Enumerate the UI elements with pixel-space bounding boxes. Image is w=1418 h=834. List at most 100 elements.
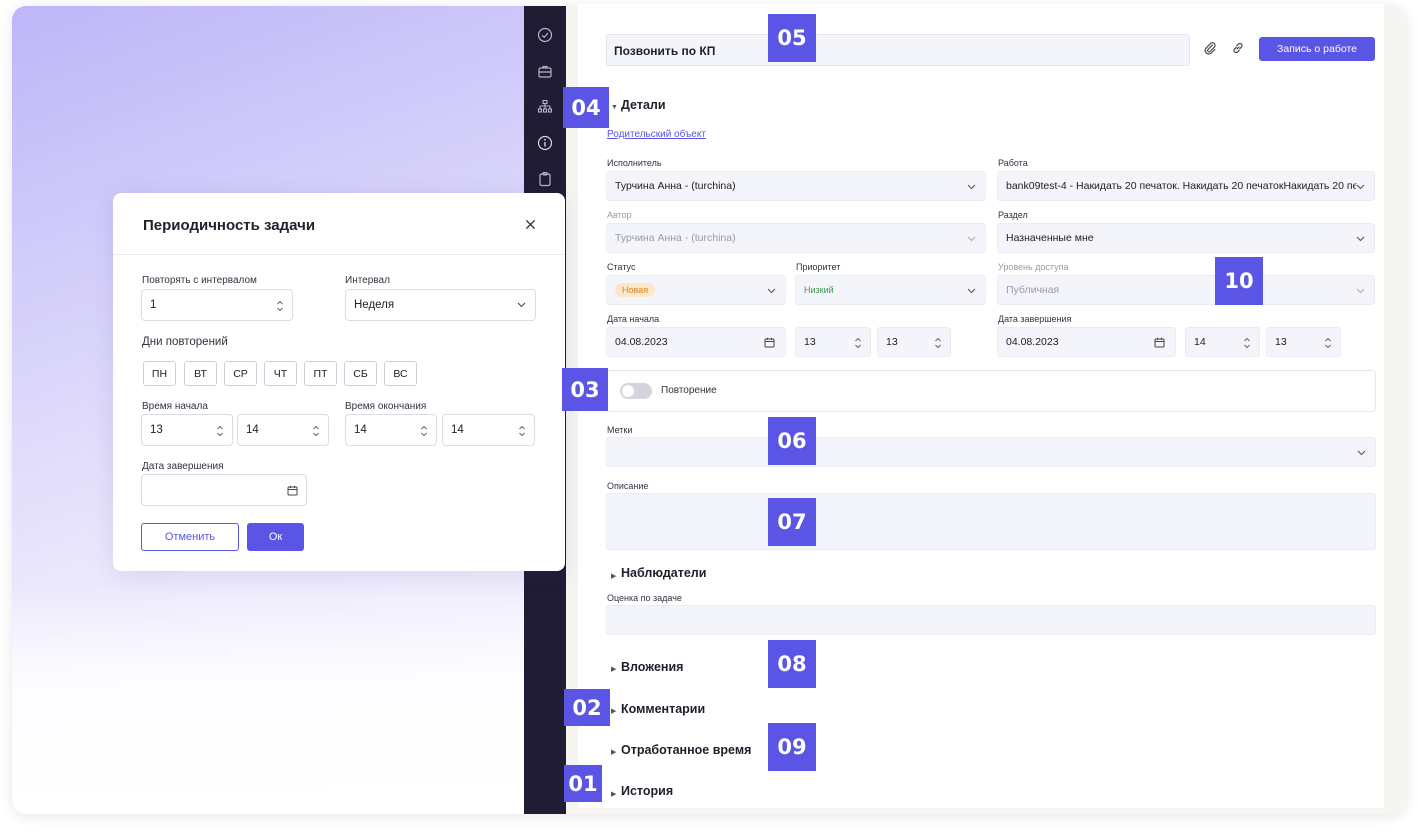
caret-right-icon[interactable]: ▶ bbox=[611, 572, 616, 580]
assignee-select[interactable]: Турчина Анна - (turchina) bbox=[606, 171, 986, 201]
caret-right-icon[interactable]: ▶ bbox=[611, 790, 616, 798]
stepper-icon[interactable] bbox=[1243, 336, 1251, 350]
link-icon[interactable] bbox=[1231, 41, 1245, 55]
stepper-icon[interactable] bbox=[276, 299, 284, 313]
marker-03: 03 bbox=[562, 368, 608, 411]
day-button-thu[interactable]: ЧТ bbox=[264, 361, 297, 386]
ok-button[interactable]: Ок bbox=[247, 523, 304, 551]
chevron-down-icon bbox=[967, 184, 976, 190]
tags-select[interactable] bbox=[606, 437, 1376, 467]
chevron-down-icon bbox=[767, 288, 776, 294]
calendar-icon[interactable] bbox=[1154, 337, 1165, 348]
stepper-icon[interactable] bbox=[518, 424, 526, 438]
access-level-select: Публичная bbox=[997, 275, 1375, 305]
task-title: Позвонить по КП bbox=[614, 44, 716, 58]
briefcase-icon[interactable] bbox=[536, 62, 554, 80]
end-time-label: Время окончания bbox=[345, 401, 427, 412]
marker-05: 05 bbox=[768, 14, 816, 62]
start-minute-stepper[interactable]: 13 bbox=[877, 327, 951, 357]
day-button-fri[interactable]: ПТ bbox=[304, 361, 337, 386]
chevron-down-icon bbox=[1356, 288, 1365, 294]
end-hour-stepper[interactable]: 14 bbox=[1185, 327, 1260, 357]
rating-label: Оценка по задаче bbox=[607, 593, 682, 603]
clipboard-icon[interactable] bbox=[536, 170, 554, 188]
access-level-label: Уровень доступа bbox=[998, 262, 1069, 272]
description-label: Описание bbox=[607, 481, 649, 491]
rating-field[interactable] bbox=[606, 605, 1376, 635]
interval-label: Интервал bbox=[345, 275, 390, 286]
assignee-label: Исполнитель bbox=[607, 158, 662, 168]
check-circle-icon[interactable] bbox=[536, 26, 554, 44]
status-label: Статус bbox=[607, 262, 636, 272]
paperclip-icon[interactable] bbox=[1203, 41, 1217, 55]
end-minute-stepper[interactable]: 14 bbox=[442, 414, 535, 446]
stepper-icon[interactable] bbox=[1324, 336, 1332, 350]
priority-label: Приоритет bbox=[796, 262, 841, 272]
recurrence-modal: Периодичность задачи Повторять с интерва… bbox=[113, 193, 565, 571]
start-hour-stepper[interactable]: 13 bbox=[141, 414, 233, 446]
status-badge: Новая bbox=[615, 283, 656, 297]
repeat-interval-stepper[interactable]: 1 bbox=[141, 289, 293, 321]
caret-right-icon[interactable]: ▶ bbox=[611, 665, 616, 673]
close-icon[interactable] bbox=[523, 217, 537, 231]
section-label: Раздел bbox=[998, 210, 1028, 220]
marker-09: 09 bbox=[768, 723, 816, 771]
calendar-icon[interactable] bbox=[764, 337, 775, 348]
day-button-tue[interactable]: ВТ bbox=[184, 361, 217, 386]
day-button-mon[interactable]: ПН bbox=[143, 361, 176, 386]
start-hour-stepper[interactable]: 13 bbox=[795, 327, 871, 357]
history-section-title[interactable]: История bbox=[621, 784, 673, 798]
tags-label: Метки bbox=[607, 425, 633, 435]
end-minute-stepper[interactable]: 13 bbox=[1266, 327, 1341, 357]
modal-title: Периодичность задачи bbox=[143, 217, 316, 234]
chevron-down-icon bbox=[967, 236, 976, 242]
priority-select[interactable]: Низкий bbox=[795, 275, 986, 305]
repeat-label: Повторение bbox=[661, 385, 717, 396]
end-date-input[interactable]: 04.08.2023 bbox=[997, 327, 1176, 357]
cancel-button[interactable]: Отменить bbox=[141, 523, 239, 551]
caret-down-icon[interactable]: ▼ bbox=[611, 104, 618, 111]
stepper-icon[interactable] bbox=[312, 424, 320, 438]
start-time-label: Время начала bbox=[142, 401, 208, 412]
repeat-toggle[interactable] bbox=[620, 383, 652, 399]
section-select[interactable]: Назначенные мне bbox=[997, 223, 1375, 253]
chevron-down-icon bbox=[1356, 184, 1365, 190]
info-icon[interactable] bbox=[536, 134, 554, 152]
stepper-icon[interactable] bbox=[216, 424, 224, 438]
work-select[interactable]: bank09test-4 - Накидать 20 печаток. Наки… bbox=[997, 171, 1375, 201]
start-minute-stepper[interactable]: 14 bbox=[237, 414, 329, 446]
repeat-box bbox=[606, 370, 1376, 412]
calendar-icon[interactable] bbox=[287, 485, 298, 496]
parent-object-link[interactable]: Родительский объект bbox=[607, 129, 706, 140]
org-chart-icon[interactable] bbox=[536, 98, 554, 116]
end-date-input[interactable] bbox=[141, 474, 307, 506]
description-textarea[interactable] bbox=[606, 493, 1376, 550]
end-hour-stepper[interactable]: 14 bbox=[345, 414, 437, 446]
stepper-icon[interactable] bbox=[420, 424, 428, 438]
day-button-sat[interactable]: СБ bbox=[344, 361, 377, 386]
stepper-icon[interactable] bbox=[934, 336, 942, 350]
work-label: Работа bbox=[998, 158, 1028, 168]
marker-07: 07 bbox=[768, 498, 816, 546]
chevron-down-icon bbox=[1357, 450, 1366, 456]
details-section-title[interactable]: Детали bbox=[621, 98, 666, 112]
repeat-interval-label: Повторять с интервалом bbox=[142, 275, 257, 286]
attachments-section-title[interactable]: Вложения bbox=[621, 660, 683, 674]
day-button-sun[interactable]: ВС bbox=[384, 361, 417, 386]
worked-time-section-title[interactable]: Отработанное время bbox=[621, 743, 751, 757]
marker-04: 04 bbox=[563, 87, 609, 128]
chevron-down-icon bbox=[517, 302, 526, 308]
author-label: Автор bbox=[607, 210, 632, 220]
interval-select[interactable]: Неделя bbox=[345, 289, 536, 321]
comments-section-title[interactable]: Комментарии bbox=[621, 702, 705, 716]
caret-right-icon[interactable]: ▶ bbox=[611, 707, 616, 715]
observers-section-title[interactable]: Наблюдатели bbox=[621, 566, 706, 580]
start-date-input[interactable]: 04.08.2023 bbox=[606, 327, 786, 357]
caret-right-icon[interactable]: ▶ bbox=[611, 748, 616, 756]
marker-02: 02 bbox=[564, 689, 610, 726]
day-button-wed[interactable]: СР bbox=[224, 361, 257, 386]
work-record-button[interactable]: Запись о работе bbox=[1259, 37, 1375, 61]
author-select: Турчина Анна - (turchina) bbox=[606, 223, 986, 253]
status-select[interactable]: Новая bbox=[606, 275, 786, 305]
stepper-icon[interactable] bbox=[854, 336, 862, 350]
